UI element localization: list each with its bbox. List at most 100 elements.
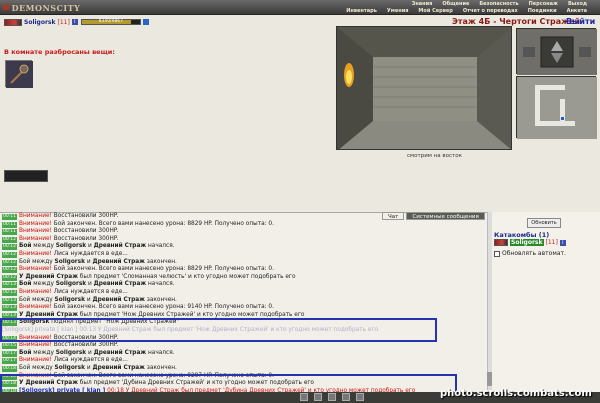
mana-indicator-icon [142,19,149,25]
chat-nick: Soligorsk [54,258,85,265]
dungeon-view[interactable] [336,26,512,150]
menu-profile[interactable]: Анкета [562,8,592,14]
chat-timestamp: 00:13 [2,305,17,312]
chat-nick: Soligorsk [55,243,87,250]
catacomb-member[interactable]: Soligorsk [11] i [494,239,566,246]
chat-text: Лиса нуждается в еде... [51,357,128,364]
chat-line: 00:13 Внимание! Бой закончен. Всего вами … [2,304,274,312]
chat-text: между [31,243,56,250]
chat-text: Бой закончен. Всего вами нанесено урона:… [51,304,274,311]
club-icon [6,61,33,88]
logo-icon: ☠ [2,2,11,13]
chat-timestamp: 00:12 [2,252,17,258]
chat-text: был предмет 'Сломанная челюсть' и кто уг… [77,273,296,280]
chat-line: 00:12 Внимание! Бой закончен. Всего вами … [2,266,274,274]
chat-timestamp: 00:11 [2,214,17,220]
chat-line: 00:11 Внимание! Восстановили 300HP. [2,213,118,220]
chat-line: 00:11 Внимание! Бой закончен. Всего вами … [2,221,274,228]
menu-social[interactable]: Общение [437,1,474,7]
chat-timestamp: 00:17 [2,350,17,357]
chat-text: Бой между [18,258,55,265]
chat-warning: Внимание! [18,304,52,311]
menu-skills[interactable]: Умения [382,8,414,14]
chat-warning: Внимание! [18,228,52,235]
dungeon-scene-icon [337,27,511,149]
smile-icon[interactable] [300,393,308,401]
location-title: Этаж 4Б - Чертоги Стражей [452,17,581,26]
info-icon[interactable]: i [71,19,78,25]
chat-text: Восстановили 300HP. [51,213,119,219]
member-nick[interactable]: Soligorsk [510,239,544,246]
tab-system-messages[interactable]: Системные сообщения [406,212,485,220]
chat-line: 00:17 Внимание! Лиса нуждается в еде... [2,357,128,365]
chat-line: 00:12 Внимание! Лиса нуждается в еде... [2,251,128,258]
chat-text: закончен. [144,258,177,265]
chat-timestamp: 00:12 [2,259,17,266]
chat-line: 00:12 Бой между Soligorsk и Древний Страж… [2,259,177,266]
member-level: [11] [545,239,558,246]
chat-bold: У Древний Страж [18,273,78,280]
chat-warning: Внимание! [18,266,52,273]
menu-character[interactable]: Персонаж [524,1,563,7]
settings-icon[interactable] [342,393,350,401]
chat-line: 00:13 Внимание! Лиса нуждается в еде... [2,289,128,296]
sound-icon[interactable] [356,393,364,401]
menu-my-server[interactable]: Мой Сервер [413,8,457,14]
chat-text: закончен. [144,296,177,303]
chat-text: был предмет 'Нож Древних Стражей' и кто … [77,311,305,318]
chat-tabs: Чат Системные сообщения [380,212,485,220]
chat-line: 00:12 Бой между Soligorsk и Древний Страж… [2,243,175,251]
auto-update-label: Обновлять автомат. [502,250,566,257]
chat-timestamp: 00:12 [2,274,17,281]
chat-enemy: Древний Страж [92,365,145,371]
chat-warning: Внимание! [18,220,52,227]
chat-warning: Внимание! [18,357,52,364]
tab-chat[interactable]: Чат [382,212,405,220]
clear-icon[interactable] [314,393,322,401]
chat-line: 00:12 У Древний Страж был предмет 'Сломан… [2,274,296,281]
chat-timestamp: 00:12 [2,267,17,274]
chat-text: начался. [146,349,175,356]
chat-nick: Soligorsk [54,296,85,303]
chat-line: 00:18 Бой между Soligorsk и Древний Страж… [2,365,177,372]
menu-security[interactable]: Безопасность [474,1,523,7]
chat-nick: Soligorsk [54,365,85,371]
info-icon[interactable]: i [559,239,566,246]
chat-line: 00:11 Внимание! Восстановили 300HP. [2,228,118,236]
menu-knowledge[interactable]: Знания [407,1,438,7]
menu-inventory[interactable]: Инвентарь [341,8,382,14]
minimap[interactable] [516,76,597,139]
chat-timestamp: 00:13 [2,282,17,289]
menu-duels[interactable]: Поединки [523,8,562,14]
user-nick[interactable]: Soligorsk [24,19,56,26]
chat-warning: Внимание! [18,251,52,257]
main-menu: Знания Общение Безопасность Персонаж Вых… [407,1,592,7]
chat-enemy: Древний Страж [92,296,145,303]
chat-bold: Бой [18,243,32,250]
chat-enemy: Древний Страж [93,349,147,356]
menu-exit[interactable]: Выход [563,1,592,7]
refresh-button[interactable]: Обновить [527,218,561,228]
chat-line: 00:13 Бой между Soligorsk и Древний Страж… [2,281,175,289]
chat-timestamp: 00:11 [2,229,17,236]
filter-icon[interactable] [328,393,336,401]
auto-update-checkbox[interactable] [494,250,500,257]
auto-update-toggle[interactable]: Обновлять автомат. [494,250,566,257]
chat-bold: Бой [18,349,32,356]
chat-bold: Бой [18,281,32,288]
chat-text: Восстановили 300HP. [51,235,119,242]
menu-transfer-report[interactable]: Отчет о переводах [458,8,523,14]
exit-link[interactable]: Выйти [566,17,595,26]
chat-bold: У Древний Страж [18,311,78,318]
chat-text: между [31,281,56,288]
item-slot[interactable] [5,60,33,88]
minimap-icon [517,77,597,139]
compass-panel[interactable] [516,28,597,75]
hp-text: 8340/9867 [98,19,124,24]
clan-badge-icon [494,239,508,246]
chat-text: Бой между [18,296,55,303]
top-bar: ☠ DEMONSCITY Знания Общение Безопасность… [0,0,600,15]
user-level: [11] [57,18,70,26]
chat-text: закончен. [144,365,177,371]
chat-line: 00:12 Внимание! Восстановили 300HP. [2,236,118,243]
